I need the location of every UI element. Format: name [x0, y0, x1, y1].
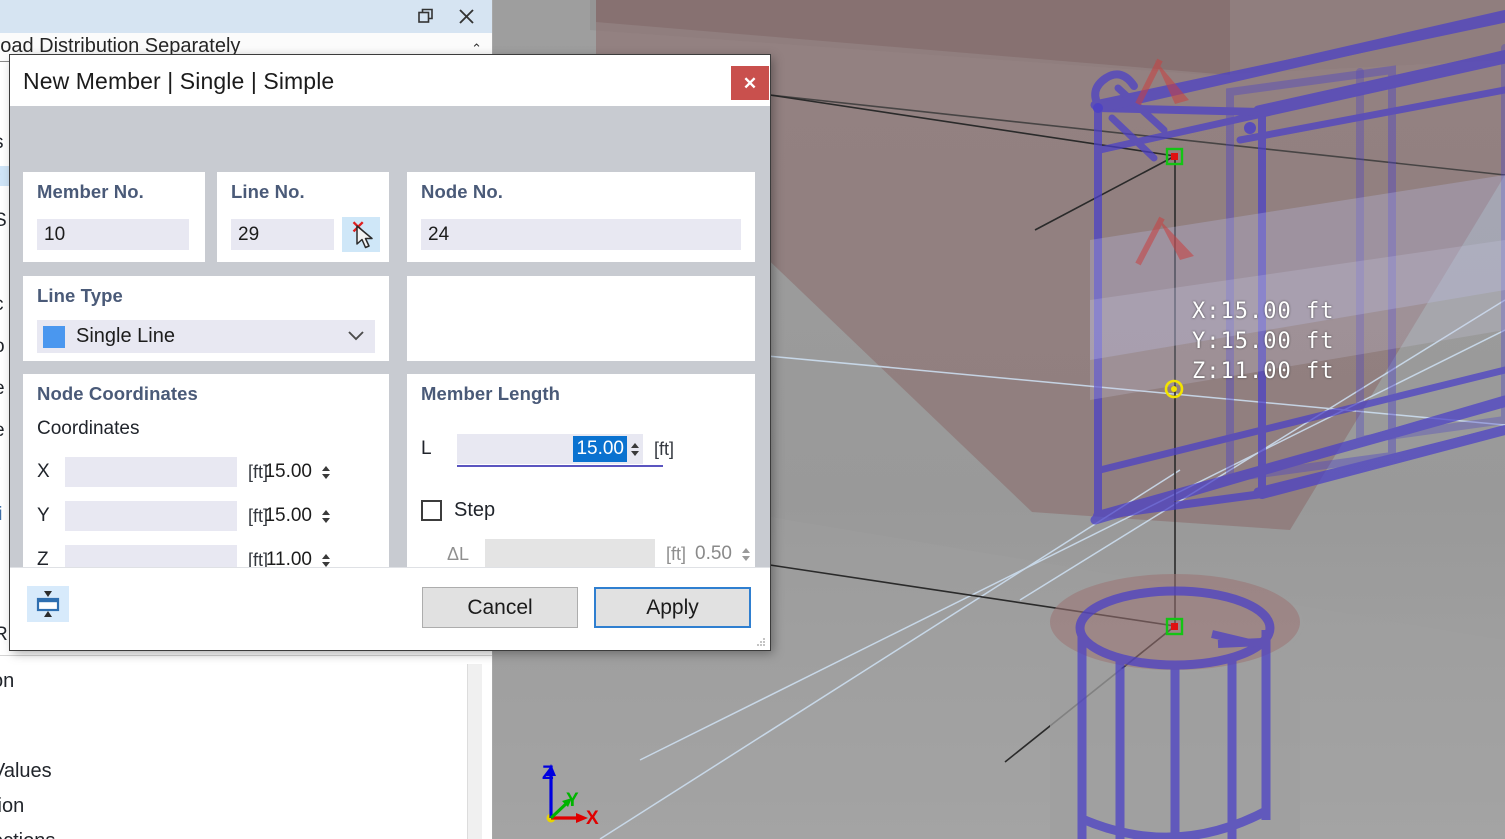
coordinate-row-x: X [ft] — [37, 457, 330, 487]
coordinates-subtitle: Coordinates — [37, 418, 140, 439]
apply-button[interactable]: Apply — [594, 587, 751, 628]
member-length-unit: [ft] — [654, 438, 675, 459]
coordinate-readout-tooltip: X:15.00 ft Y:15.00 ft Z:11.00 ft — [1192, 299, 1335, 384]
step-checkbox[interactable] — [421, 500, 442, 521]
member-length-row: L 15.00 [ft] — [421, 434, 675, 467]
spinner-up-arrow[interactable] — [322, 553, 330, 559]
member-no-title: Member No. — [37, 181, 144, 202]
spinner-down-arrow[interactable] — [631, 450, 639, 456]
dialog-footer: Cancel Apply — [10, 567, 770, 650]
node-no-panel: Node No. — [407, 172, 755, 262]
dialog-close-button[interactable]: ✕ — [731, 66, 769, 100]
empty-panel — [407, 276, 755, 361]
mouse-cursor-icon — [356, 225, 373, 249]
member-length-value-box[interactable]: 15.00 — [457, 434, 627, 464]
axis-label-y: Y — [566, 790, 579, 811]
member-length-label: L — [421, 438, 432, 459]
spinner-down-arrow[interactable] — [322, 473, 330, 479]
axis-label-x: X — [586, 808, 599, 829]
step-checkbox-row[interactable]: Step — [421, 499, 495, 522]
restore-window-icon[interactable] — [408, 2, 444, 30]
spinner-down-arrow[interactable] — [322, 561, 330, 567]
node-coordinates-title: Node Coordinates — [37, 383, 198, 404]
line-type-panel: Line Type Single Line — [23, 276, 389, 361]
line-no-input[interactable] — [231, 219, 334, 250]
dialog-title: New Member | Single | Simple — [23, 68, 335, 94]
member-no-panel: Member No. — [23, 172, 205, 262]
background-scrollbar-track[interactable] — [467, 664, 482, 839]
member-length-field[interactable]: 15.00 — [457, 434, 663, 467]
delta-length-input — [485, 542, 738, 566]
coordinate-row-y: Y [ft] — [37, 501, 330, 531]
tree-label-fragment[interactable]: R — [0, 624, 8, 646]
delete-line-button[interactable]: ✕ — [342, 217, 380, 252]
cancel-button[interactable]: Cancel — [422, 587, 578, 628]
delta-length-spinner — [738, 539, 754, 569]
collapse-expand-icon — [36, 591, 60, 617]
coordinate-y-input[interactable] — [65, 504, 318, 528]
coordinate-x-spinner[interactable] — [318, 457, 334, 487]
delta-length-label: ΔL — [447, 543, 470, 564]
line-type-title: Line Type — [37, 285, 123, 306]
list-item[interactable]: ections — [0, 830, 55, 839]
list-item[interactable]: tion — [0, 795, 24, 818]
close-glyph — [458, 8, 474, 24]
spinner-down-arrow — [742, 555, 750, 561]
line-no-title: Line No. — [231, 181, 305, 202]
collapse-dialog-button[interactable] — [27, 586, 69, 622]
dialog-body: Member No. Line No. ✕ Node No. — [10, 106, 770, 600]
axis-label-z: Z — [542, 763, 554, 784]
list-item[interactable]: Values — [0, 760, 52, 783]
delta-length-field — [485, 539, 750, 569]
spinner-up-arrow[interactable] — [631, 442, 639, 448]
spinner-down-arrow[interactable] — [322, 517, 330, 523]
background-window-titlebar — [0, 0, 492, 34]
node-no-title: Node No. — [421, 181, 503, 202]
background-window-lower-list: onValuestionectionsrfections — [0, 655, 492, 839]
member-length-input[interactable]: 15.00 — [573, 435, 627, 463]
screen-root: Z Y X X:15.00 ft Y:15.00 ft Z:11.00 ft l… — [0, 0, 1505, 839]
member-length-title: Member Length — [421, 383, 561, 404]
tree-label-fragment[interactable]: o — [0, 336, 5, 358]
step-label: Step — [454, 499, 496, 521]
line-type-color-swatch — [43, 325, 65, 348]
chevron-down-icon[interactable] — [348, 328, 364, 345]
tree-label-fragment[interactable]: e — [0, 378, 5, 400]
tree-label-fragment[interactable]: li — [0, 504, 2, 526]
node-no-input[interactable] — [421, 219, 741, 250]
spinner-up-arrow[interactable] — [322, 465, 330, 471]
line-type-selected-label: Single Line — [76, 325, 175, 347]
chevron-down-glyph — [348, 331, 364, 341]
member-no-input[interactable] — [37, 219, 189, 250]
restore-glyph — [417, 8, 433, 23]
spinner-up-arrow[interactable] — [322, 509, 330, 515]
line-no-panel: Line No. ✕ — [217, 172, 389, 262]
resize-grip-icon[interactable] — [756, 637, 766, 647]
coordinate-x-field[interactable] — [65, 457, 330, 487]
line-type-combobox[interactable]: Single Line — [37, 320, 375, 353]
dialog-titlebar: New Member | Single | Simple ✕ — [10, 55, 770, 106]
delta-length-row: ΔL [ft] — [447, 539, 750, 569]
spinner-up-arrow — [742, 547, 750, 553]
coordinate-label-y: Y — [37, 505, 50, 526]
coordinate-y-spinner[interactable] — [318, 501, 334, 531]
coordinate-label-x: X — [37, 461, 50, 482]
member-length-spinner[interactable] — [627, 434, 643, 464]
focused-field-underline — [457, 464, 663, 467]
coordinate-x-input[interactable] — [65, 460, 318, 484]
tree-label-fragment[interactable]: S — [0, 210, 7, 232]
close-window-icon[interactable] — [448, 2, 484, 30]
tree-label-fragment[interactable]: c — [0, 294, 4, 316]
tree-label-fragment[interactable]: s — [0, 132, 4, 154]
list-item[interactable]: on — [0, 670, 14, 693]
coordinate-y-field[interactable] — [65, 501, 330, 531]
tree-label-fragment[interactable]: e — [0, 420, 5, 442]
new-member-dialog[interactable]: New Member | Single | Simple ✕ Member No… — [10, 55, 770, 650]
